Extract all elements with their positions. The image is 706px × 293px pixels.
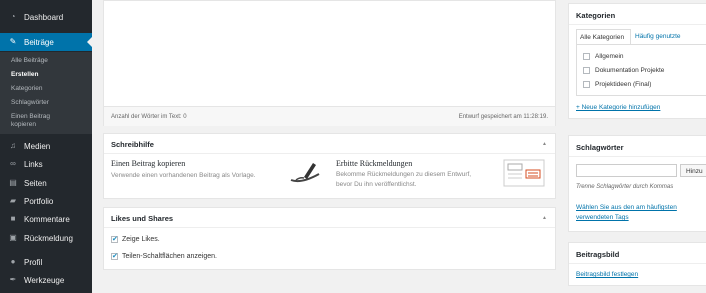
admin-sidebar: ◔ Dashboard ✎ Beiträge Alle Beiträge Ers… <box>0 0 92 293</box>
category-label: Dokumentation Projekte <box>595 67 665 74</box>
beitragsbild-title: Beitragsbild <box>576 250 620 259</box>
submenu-item-create[interactable]: Erstellen <box>11 71 38 79</box>
show-likes-label: Zeige Likes. <box>122 236 160 243</box>
tab-frequently-used[interactable]: Häufig genutzte <box>635 33 681 40</box>
submenu-item-all-posts[interactable]: Alle Beiträge <box>11 57 48 65</box>
sidebar-item-dashboard[interactable]: ◔ Dashboard <box>0 8 92 26</box>
submenu-item-copy-post[interactable]: Einen Beitrag kopieren <box>11 113 71 129</box>
sidebar-item-medien[interactable]: ♫ Medien <box>0 137 92 155</box>
sidebar-item-label: Medien <box>24 141 51 151</box>
feedback-icon: ▣ <box>9 233 17 242</box>
sidebar-item-label: Werkzeuge <box>24 275 65 285</box>
collapse-caret-icon[interactable]: ▲ <box>542 215 547 221</box>
category-checkbox[interactable] <box>583 81 590 88</box>
category-label: Projektideen (Final) <box>595 81 652 88</box>
tab-all-categories[interactable]: Alle Kategorien <box>576 29 631 44</box>
schlagwoerter-panel: Schlagwörter Hinzu Trenne Schlagwörter d… <box>568 135 706 232</box>
tag-hint: Trenne Schlagwörter durch Kommas <box>576 184 674 190</box>
portfolio-icon: ▰ <box>9 196 17 205</box>
sidebar-item-rueckmeldung[interactable]: ▣ Rückmeldung <box>0 229 92 247</box>
media-icon: ♫ <box>10 141 16 150</box>
sidebar-item-label: Beiträge <box>24 37 54 47</box>
editor-textarea[interactable] <box>104 1 555 106</box>
submenu-item-categories[interactable]: Kategorien <box>11 85 42 93</box>
collapse-caret-icon[interactable]: ▲ <box>542 141 547 147</box>
sidebar-item-profil[interactable]: ● Profil <box>0 253 92 271</box>
kategorien-title: Kategorien <box>576 11 616 20</box>
schlagwoerter-title: Schlagwörter <box>576 143 624 152</box>
likes-shares-panel: Likes und Shares ▲ Zeige Likes. Teilen-S… <box>103 207 556 270</box>
tools-icon: ✒ <box>9 275 17 284</box>
pin-icon: ✎ <box>9 37 17 46</box>
request-feedback-desc-2: bevor Du ihn veröffentlichst. <box>336 181 417 188</box>
show-share-option: Teilen-Schaltflächen anzeigen. <box>111 252 217 260</box>
schreibhilfe-title: Schreibhilfe <box>111 140 154 149</box>
editor-panel: Anzahl der Wörter im Text: 0 Entwurf ges… <box>103 0 556 126</box>
category-list: Allgemein Dokumentation Projekte Projekt… <box>576 44 706 96</box>
sidebar-item-label: Rückmeldung <box>24 233 73 243</box>
choose-tags-link-1[interactable]: Wählen Sie aus den am häufigsten <box>576 204 677 211</box>
category-item: Projektideen (Final) <box>583 81 651 88</box>
sidebar-item-kommentare[interactable]: ■ Kommentare <box>0 210 92 228</box>
tag-input[interactable] <box>576 164 677 177</box>
likes-shares-title: Likes und Shares <box>111 214 174 223</box>
submenu-item-tags[interactable]: Schlagwörter <box>11 99 49 107</box>
schreibhilfe-panel: Schreibhilfe ▲ Einen Beitrag kopieren Ve… <box>103 133 556 199</box>
show-likes-checkbox[interactable] <box>111 235 118 243</box>
sidebar-item-label: Profil <box>24 257 43 267</box>
dashboard-icon: ◔ <box>10 12 16 21</box>
word-count: Anzahl der Wörter im Text: 0 <box>111 114 187 120</box>
link-icon: ∞ <box>10 159 16 168</box>
sidebar-item-label: Portfolio <box>24 196 54 206</box>
profile-icon: ● <box>10 257 16 266</box>
feedback-illustration-icon <box>503 159 545 187</box>
add-tag-button[interactable]: Hinzu <box>680 164 706 177</box>
copy-post-title[interactable]: Einen Beitrag kopieren <box>111 159 185 168</box>
comments-icon: ■ <box>10 214 16 223</box>
category-label: Allgemein <box>595 53 624 60</box>
add-category-link[interactable]: + Neue Kategorie hinzufügen <box>576 104 660 111</box>
sidebar-item-portfolio[interactable]: ▰ Portfolio <box>0 192 92 210</box>
kategorien-panel: Kategorien Alle Kategorien Häufig genutz… <box>568 3 706 119</box>
editor-status-bar: Anzahl der Wörter im Text: 0 Entwurf ges… <box>104 106 555 126</box>
category-checkbox[interactable] <box>583 53 590 60</box>
copy-post-desc: Verwende einen vorhandenen Beitrag als V… <box>111 172 256 179</box>
sidebar-submenu: Alle Beiträge Erstellen Kategorien Schla… <box>0 52 92 134</box>
sidebar-item-seiten[interactable]: ▤ Seiten <box>0 174 92 192</box>
sidebar-item-label: Kommentare <box>24 214 70 224</box>
request-feedback-desc-1: Bekomme Rückmeldungen zu diesem Entwurf, <box>336 171 472 178</box>
sidebar-item-label: Dashboard <box>24 12 64 22</box>
sidebar-item-links[interactable]: ∞ Links <box>0 155 92 173</box>
category-checkbox[interactable] <box>583 67 590 74</box>
sidebar-item-werkzeuge[interactable]: ✒ Werkzeuge <box>0 271 92 289</box>
sidebar-item-label: Seiten <box>24 178 47 188</box>
request-feedback-title[interactable]: Erbitte Rückmeldungen <box>336 159 412 168</box>
category-item: Allgemein <box>583 53 624 60</box>
show-likes-option: Zeige Likes. <box>111 235 160 243</box>
show-share-label: Teilen-Schaltflächen anzeigen. <box>122 253 217 260</box>
sidebar-item-label: Links <box>24 159 43 169</box>
beitragsbild-panel: Beitragsbild Beitragsbild festlegen <box>568 242 706 286</box>
show-share-checkbox[interactable] <box>111 252 118 260</box>
set-featured-image-link[interactable]: Beitragsbild festlegen <box>576 271 638 278</box>
sidebar-item-beitraege[interactable]: ✎ Beiträge <box>0 33 92 51</box>
pen-illustration-icon <box>290 163 320 183</box>
draft-saved-status: Entwurf gespeichert am 11:28:19. <box>458 114 548 120</box>
choose-tags-link-2[interactable]: verwendeten Tags <box>576 214 629 221</box>
category-item: Dokumentation Projekte <box>583 67 664 74</box>
pages-icon: ▤ <box>9 178 17 187</box>
